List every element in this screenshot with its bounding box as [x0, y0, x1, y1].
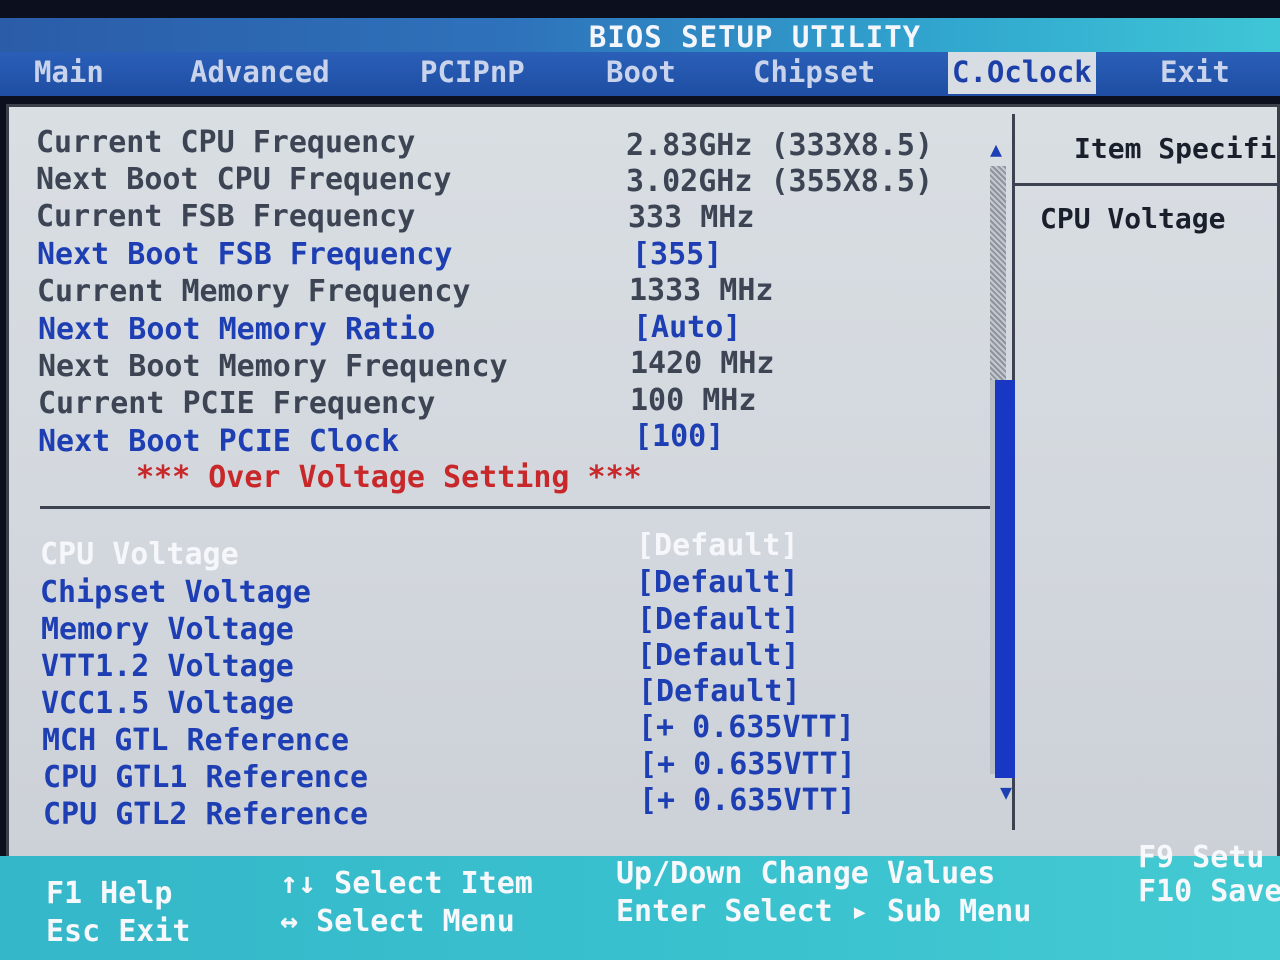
row-cpu-gtl2-reference-value[interactable]: [+ 0.635VTT] — [639, 783, 856, 819]
scroll-up-arrow-icon[interactable]: ▲ — [986, 139, 1006, 159]
row-next-boot-fsb-frequency-label[interactable]: Next Boot FSB Frequency — [37, 237, 452, 273]
row-next-boot-memory-ratio-label[interactable]: Next Boot Memory Ratio — [38, 312, 435, 348]
over-voltage-section-header: *** Over Voltage Setting *** — [136, 460, 642, 495]
key-hint-change-values: Up/Down Change Values — [616, 856, 996, 891]
key-hint-f10-save: F10 Save — [1138, 874, 1280, 909]
row-next-boot-cpu-frequency-value: 3.02GHz (355X8.5) — [626, 164, 934, 199]
row-next-boot-memory-ratio-value[interactable]: [Auto] — [633, 310, 741, 346]
row-current-memory-frequency-label: Current Memory Frequency — [37, 274, 471, 309]
row-current-pcie-frequency-label: Current PCIE Frequency — [38, 386, 436, 421]
key-hint-select-item: ↑↓ Select Item — [280, 866, 533, 901]
key-hint-enter-sub-menu: Enter Select ▸ Sub Menu — [616, 894, 1032, 929]
row-memory-voltage-value[interactable]: [Default] — [637, 602, 800, 638]
row-vtt12-voltage-label[interactable]: VTT1.2 Voltage — [41, 649, 294, 685]
bios-screen: BIOS SETUP UTILITY Main Advanced PCIPnP … — [0, 0, 1280, 960]
menu-tab-main[interactable]: Main — [34, 52, 104, 94]
scroll-down-arrow-icon[interactable]: ▼ — [996, 782, 1016, 802]
key-hint-select-menu: ↔ Select Menu — [280, 904, 515, 939]
menu-tab-exit[interactable]: Exit — [1160, 52, 1230, 94]
menu-tab-boot[interactable]: Boot — [606, 52, 676, 94]
row-cpu-gtl1-reference-value[interactable]: [+ 0.635VTT] — [639, 747, 856, 783]
menu-tab-coclock[interactable]: C.Oclock — [948, 52, 1096, 94]
row-current-fsb-frequency-label: Current FSB Frequency — [36, 199, 416, 234]
menu-tab-chipset[interactable]: Chipset — [753, 52, 875, 94]
row-cpu-gtl2-reference-label[interactable]: CPU GTL2 Reference — [43, 797, 368, 833]
window-title: BIOS SETUP UTILITY — [588, 20, 922, 54]
row-current-cpu-frequency-value: 2.83GHz (333X8.5) — [626, 128, 934, 163]
row-chipset-voltage-value[interactable]: [Default] — [636, 565, 799, 601]
row-current-fsb-frequency-value: 333 MHz — [628, 200, 755, 235]
row-vcc15-voltage-label[interactable]: VCC1.5 Voltage — [41, 686, 294, 722]
help-panel-title: Item Specifi — [1074, 132, 1277, 165]
row-chipset-voltage-label[interactable]: Chipset Voltage — [40, 575, 311, 611]
row-current-memory-frequency-value: 1333 MHz — [629, 273, 774, 308]
row-next-boot-fsb-frequency-value[interactable]: [355] — [632, 237, 722, 273]
row-cpu-voltage-label[interactable]: CPU Voltage — [40, 537, 239, 573]
row-current-pcie-frequency-value: 100 MHz — [630, 383, 757, 418]
scrollbar-thumb[interactable] — [995, 380, 1015, 778]
row-cpu-gtl1-reference-label[interactable]: CPU GTL1 Reference — [43, 760, 368, 796]
help-panel-text: CPU Voltage — [1040, 202, 1226, 235]
row-mch-gtl-reference-label[interactable]: MCH GTL Reference — [42, 723, 349, 759]
row-current-cpu-frequency-label: Current CPU Frequency — [36, 125, 416, 160]
row-mch-gtl-reference-value[interactable]: [+ 0.635VTT] — [638, 710, 855, 746]
scrollbar-track-hatched — [990, 166, 1006, 380]
menu-tab-advanced[interactable]: Advanced — [190, 52, 330, 94]
key-hint-f1-help: F1 Help — [46, 876, 173, 911]
section-divider — [40, 506, 995, 509]
key-hint-esc-exit: Esc Exit — [46, 914, 191, 949]
row-cpu-voltage-value[interactable]: [Default] — [636, 528, 799, 564]
row-next-boot-memory-frequency-label: Next Boot Memory Frequency — [38, 349, 508, 384]
row-next-boot-cpu-frequency-label: Next Boot CPU Frequency — [36, 162, 452, 197]
key-hint-f9-setup: F9 Setu — [1138, 840, 1265, 875]
row-memory-voltage-label[interactable]: Memory Voltage — [41, 612, 294, 648]
row-vtt12-voltage-value[interactable]: [Default] — [637, 638, 800, 674]
row-next-boot-pcie-clock-label[interactable]: Next Boot PCIE Clock — [38, 424, 399, 460]
row-vcc15-voltage-value[interactable]: [Default] — [638, 674, 801, 710]
row-next-boot-pcie-clock-value[interactable]: [100] — [634, 419, 724, 455]
menu-tab-pcipnp[interactable]: PCIPnP — [420, 52, 525, 94]
row-next-boot-memory-frequency-value: 1420 MHz — [630, 346, 775, 381]
help-divider — [1015, 183, 1280, 186]
